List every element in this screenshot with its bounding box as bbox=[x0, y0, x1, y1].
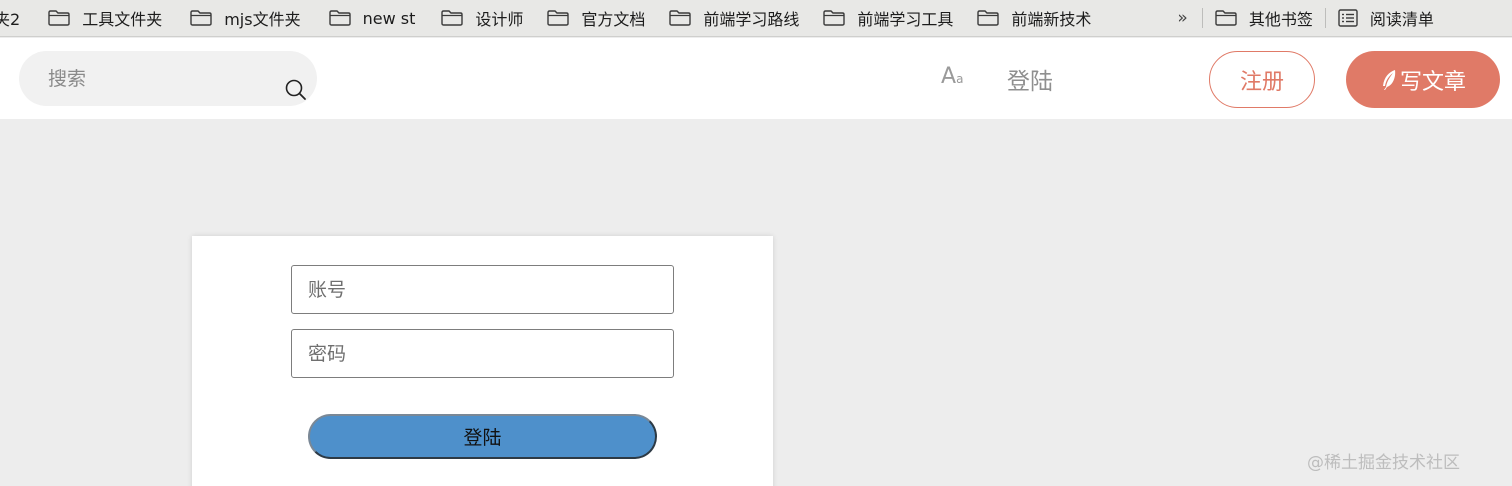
folder-icon bbox=[190, 10, 212, 26]
bookmarks-divider bbox=[1201, 8, 1203, 28]
search-box bbox=[19, 51, 317, 106]
bookmark-label: 前端新技术 bbox=[1011, 10, 1092, 29]
password-field bbox=[291, 329, 674, 378]
bookmark-label: new st bbox=[362, 8, 416, 28]
account-input[interactable] bbox=[292, 266, 673, 313]
feather-pen-icon bbox=[1380, 69, 1398, 91]
bookmark-label: 设计师 bbox=[475, 10, 524, 29]
bookmarks-divider bbox=[1324, 8, 1326, 28]
bookmark-label: 前端学习路线 bbox=[703, 10, 800, 29]
chevron-double-right-icon: » bbox=[1177, 8, 1188, 28]
font-size-icon: A bbox=[941, 64, 957, 89]
folder-icon bbox=[328, 10, 351, 26]
search-icon[interactable] bbox=[285, 79, 307, 101]
bookmark-folder-designer[interactable]: 设计师 bbox=[435, 6, 529, 30]
folder-icon bbox=[977, 10, 1000, 26]
folder-icon bbox=[823, 10, 846, 26]
bookmark-folder-frontend-tools[interactable]: 前端学习工具 bbox=[817, 6, 959, 30]
bookmarks-bar: 夹2 工具文件夹 mjs文件夹 new st 设计师 官方文档 前端学习路线 前… bbox=[0, 0, 1512, 37]
login-submit-button[interactable]: 登陆 bbox=[308, 414, 657, 459]
bookmark-folder-docs[interactable]: 官方文档 bbox=[541, 6, 651, 30]
reading-list-button[interactable]: 阅读清单 bbox=[1332, 6, 1440, 30]
font-size-toggle[interactable]: Aa bbox=[941, 64, 963, 89]
bookmark-label: 工具文件夹 bbox=[82, 10, 163, 29]
search-input[interactable] bbox=[48, 51, 288, 106]
account-field bbox=[291, 265, 674, 314]
register-button[interactable]: 注册 bbox=[1209, 51, 1315, 108]
bookmark-folder-other[interactable]: 其他书签 bbox=[1209, 6, 1319, 30]
bookmark-folder-frontend-new[interactable]: 前端新技术 bbox=[971, 6, 1097, 30]
register-label: 注册 bbox=[1239, 69, 1284, 95]
login-submit-label: 登陆 bbox=[463, 427, 502, 449]
font-size-icon-small: a bbox=[956, 72, 964, 86]
bookmark-label: 前端学习工具 bbox=[857, 10, 954, 29]
watermark: @稀土掘金技术社区 bbox=[1307, 453, 1460, 473]
write-article-button[interactable]: 写文章 bbox=[1346, 51, 1500, 108]
bookmark-label: 其他书签 bbox=[1248, 10, 1313, 29]
folder-icon bbox=[48, 10, 70, 26]
folder-icon bbox=[547, 10, 570, 26]
folder-icon bbox=[669, 10, 692, 26]
bookmark-label: 官方文档 bbox=[581, 10, 646, 29]
bookmark-folder-tools[interactable]: 工具文件夹 bbox=[42, 6, 168, 30]
bookmarks-more-button[interactable]: » bbox=[1169, 6, 1195, 30]
bookmark-folder-mjs[interactable]: mjs文件夹 bbox=[184, 6, 306, 30]
bookmark-label: mjs文件夹 bbox=[224, 10, 301, 29]
password-input[interactable] bbox=[292, 330, 673, 377]
folder-icon bbox=[441, 10, 464, 26]
bookmark-folder-newst[interactable]: new st bbox=[323, 6, 422, 30]
bookmark-folder-frontend-path[interactable]: 前端学习路线 bbox=[663, 6, 805, 30]
bookmark-folder-cut[interactable]: 夹2 bbox=[0, 6, 26, 30]
bookmark-label: 阅读清单 bbox=[1369, 10, 1434, 29]
folder-icon bbox=[1215, 10, 1237, 26]
write-article-label: 写文章 bbox=[1399, 69, 1466, 95]
login-link[interactable]: 登陆 bbox=[1007, 62, 1053, 96]
bookmark-label: 夹2 bbox=[0, 10, 21, 29]
reading-list-icon bbox=[1338, 9, 1358, 27]
